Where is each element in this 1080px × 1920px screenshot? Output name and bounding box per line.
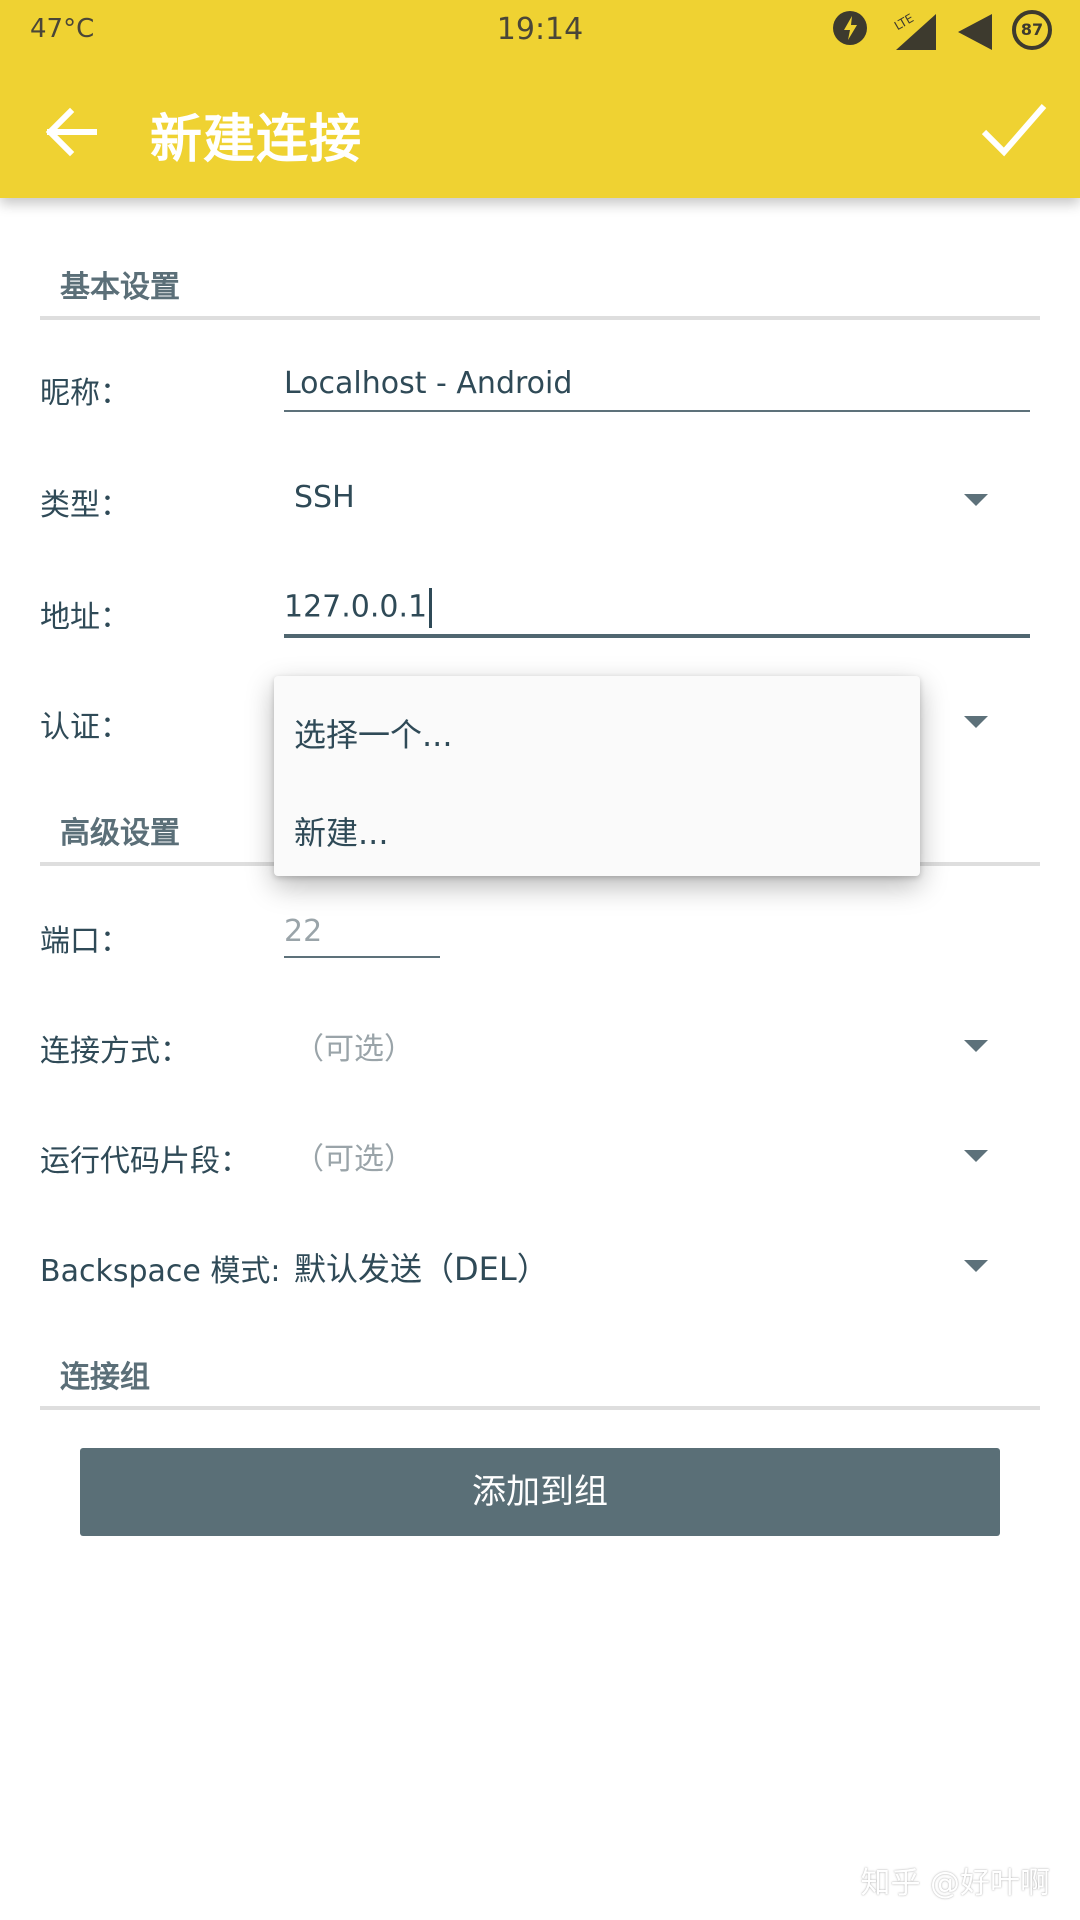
text-cursor: [429, 588, 433, 628]
status-icons: LTE 87: [832, 10, 1062, 54]
watermark: 知乎 @好叶啊: [860, 1866, 1050, 1901]
address-label: 地址：: [40, 600, 130, 635]
cell-signal-icon: [958, 14, 992, 50]
add-to-group-button[interactable]: 添加到组: [80, 1448, 1000, 1536]
auth-menu-item-select[interactable]: 选择一个...: [294, 710, 453, 756]
auth-label: 认证：: [40, 710, 130, 745]
port-underline: [284, 956, 440, 958]
nickname-field[interactable]: Localhost - Android: [284, 366, 572, 401]
type-select[interactable]: SSH: [294, 480, 355, 515]
advanced-settings-title: 高级设置: [60, 816, 180, 851]
address-value: 127.0.0.1: [284, 589, 428, 625]
address-field[interactable]: 127.0.0.1: [284, 588, 433, 628]
basic-settings-divider: [40, 316, 1040, 320]
backspace-mode-label: Backspace 模式:: [40, 1254, 281, 1289]
run-snippet-select[interactable]: （可选）: [294, 1134, 414, 1178]
connect-method-label: 连接方式：: [40, 1034, 190, 1069]
run-snippet-label: 运行代码片段：: [40, 1144, 250, 1179]
flash-charge-icon: [833, 11, 867, 45]
confirm-check-icon[interactable]: [978, 98, 1050, 162]
battery-level: 87: [1020, 20, 1044, 39]
connect-method-dropdown-arrow-icon[interactable]: [964, 1040, 988, 1052]
connection-group-divider: [40, 1406, 1040, 1410]
basic-settings-section: 基本设置: [40, 262, 1040, 322]
back-arrow-icon[interactable]: [40, 104, 100, 160]
nickname-underline: [284, 410, 1030, 412]
run-snippet-dropdown-arrow-icon[interactable]: [964, 1150, 988, 1162]
type-label: 类型：: [40, 488, 130, 523]
auth-dropdown-menu: 选择一个... 新建...: [274, 676, 920, 876]
backspace-mode-dropdown-arrow-icon[interactable]: [964, 1260, 988, 1272]
auth-dropdown-arrow-icon[interactable]: [964, 716, 988, 728]
port-label: 端口：: [40, 924, 130, 959]
port-field[interactable]: 22: [284, 914, 322, 949]
type-dropdown-arrow-icon[interactable]: [964, 494, 988, 506]
lte-label: LTE: [892, 11, 916, 33]
auth-menu-item-new[interactable]: 新建...: [294, 808, 389, 854]
app-bar: 47°C 19:14 LTE 87 新建连接: [0, 0, 1080, 198]
status-bar: 47°C 19:14 LTE 87: [0, 0, 1080, 64]
battery-icon: 87: [1012, 10, 1052, 50]
address-underline: [284, 634, 1030, 638]
connection-group-section: 连接组: [40, 1352, 1040, 1412]
lte-signal-icon: LTE: [892, 11, 936, 50]
nickname-label: 昵称：: [40, 376, 130, 411]
connect-method-select[interactable]: （可选）: [294, 1024, 414, 1068]
backspace-mode-select[interactable]: 默认发送（DEL）: [294, 1244, 549, 1290]
basic-settings-title: 基本设置: [60, 270, 180, 305]
toolbar: 新建连接: [0, 64, 1080, 198]
connection-group-title: 连接组: [60, 1360, 150, 1395]
page-title: 新建连接: [150, 110, 363, 170]
